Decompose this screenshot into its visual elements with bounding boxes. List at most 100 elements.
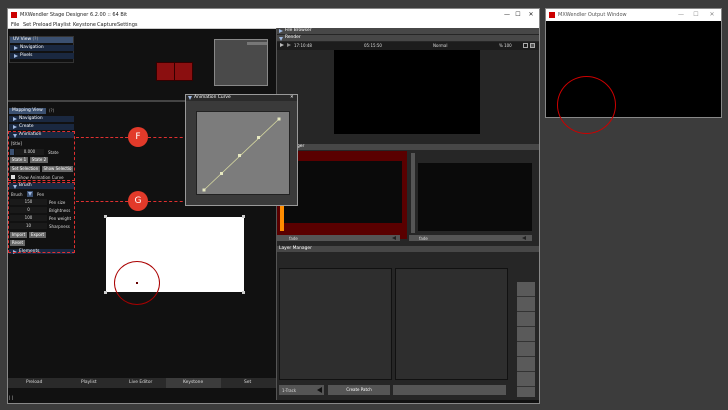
expand-icon xyxy=(13,125,17,129)
animation-curve-title: Animation Curve xyxy=(194,95,231,100)
render-zoom[interactable]: % 100 xyxy=(499,43,512,48)
corner-handle-tr[interactable] xyxy=(242,215,245,218)
close-button[interactable]: ✕ xyxy=(526,11,536,19)
uv-divider xyxy=(174,62,175,81)
marker-f: F xyxy=(128,127,148,147)
render-time-left: 17:10:48 xyxy=(294,43,312,48)
tab-keystone[interactable]: Keystone xyxy=(183,380,203,385)
layer-slot-b-bar[interactable]: fade xyxy=(409,235,532,241)
play-icon[interactable] xyxy=(280,43,284,47)
maximize-button[interactable]: ☐ xyxy=(513,11,523,19)
callout-line-f xyxy=(76,137,128,138)
menu-settings[interactable]: Settings xyxy=(117,22,138,28)
slot-a-fade-label: fade xyxy=(289,236,298,241)
render-mode[interactable]: Normal xyxy=(433,43,447,48)
layer-area-a[interactable] xyxy=(279,268,392,380)
manager-header[interactable]: Manager xyxy=(277,144,539,150)
menu-capture[interactable]: Capture xyxy=(97,22,117,28)
layer-stack-divider xyxy=(517,371,535,372)
file-browser-header[interactable]: File Browser xyxy=(277,28,539,34)
track-select-button[interactable]: 1-Track xyxy=(279,385,324,395)
collapse-icon xyxy=(188,96,192,100)
animation-curve-close-button[interactable]: ✕ xyxy=(290,95,294,101)
output-close-button[interactable]: ✕ xyxy=(707,11,717,19)
minimize-button[interactable]: — xyxy=(502,11,512,19)
layer-stack-divider xyxy=(517,311,535,312)
uv-canvas-thumbnail[interactable] xyxy=(214,39,268,86)
uv-pixels-item[interactable]: Pixels xyxy=(10,53,74,59)
animation-curve-graph[interactable] xyxy=(196,111,290,195)
callout-line-g2 xyxy=(148,201,188,202)
mapping-navigation-item[interactable]: Navigation xyxy=(9,116,74,122)
layer-manager-title: Layer Manager xyxy=(279,246,312,251)
fullscreen-icon[interactable] xyxy=(530,43,535,48)
title-bar: MXWendler Stage Designer 6.2.00 :: 64 Bi… xyxy=(8,9,539,21)
patch-name-field[interactable] xyxy=(393,385,506,395)
play-next-icon[interactable] xyxy=(287,43,291,47)
curve-point[interactable] xyxy=(202,188,206,192)
layer-slot-a-level[interactable] xyxy=(280,203,284,231)
callout-line-g xyxy=(76,201,128,202)
expand-icon xyxy=(13,117,17,121)
layer-area-b[interactable] xyxy=(395,268,508,380)
tab-preload[interactable]: Preload xyxy=(26,380,42,385)
output-window: MXWendler Output Window — ☐ ✕ xyxy=(545,8,722,134)
layer-stack-divider xyxy=(517,386,535,387)
output-maximize-button[interactable]: ☐ xyxy=(691,11,701,19)
render-preview[interactable] xyxy=(334,50,480,134)
menu-file[interactable]: File xyxy=(11,22,19,28)
fit-view-icon[interactable] xyxy=(523,43,528,48)
layer-stack-divider xyxy=(517,296,535,297)
tab-playlist[interactable]: Playlist xyxy=(81,380,97,385)
uv-view-title: UV View xyxy=(13,37,32,42)
uv-view-header[interactable]: UV View (?) xyxy=(10,37,73,43)
slot-b-arrow-icon[interactable] xyxy=(522,236,526,240)
render-header[interactable]: Render xyxy=(277,35,539,41)
curve-line xyxy=(203,118,280,191)
curve-point[interactable] xyxy=(220,172,223,175)
track-arrow-icon[interactable] xyxy=(317,387,322,393)
output-minimize-button[interactable]: — xyxy=(676,11,686,19)
status-indicator: | | xyxy=(9,395,13,400)
thumbnail-bar xyxy=(247,42,267,45)
mapping-view-title-box: Mapping View xyxy=(9,108,46,114)
layer-manager-header[interactable]: Layer Manager xyxy=(277,246,539,252)
output-window-title: MXWendler Output Window xyxy=(558,12,627,18)
layer-stack-divider xyxy=(517,341,535,342)
mapping-create-item[interactable]: Create xyxy=(9,124,74,130)
curve-point[interactable] xyxy=(257,136,260,139)
uv-view-panel: UV View (?) Navigation Pixels xyxy=(9,36,74,63)
slot-a-arrow-icon[interactable] xyxy=(392,236,396,240)
menu-keystone[interactable]: Keystone xyxy=(73,22,96,28)
uv-navigation-item[interactable]: Navigation xyxy=(10,45,74,51)
menu-preload[interactable]: Preload xyxy=(33,22,52,28)
expand-icon xyxy=(279,29,283,33)
slot-b-fader[interactable] xyxy=(411,153,415,233)
output-brush-circle xyxy=(557,76,616,134)
render-toolbar: 17:10:48 05:15:50 Normal % 100 xyxy=(277,42,539,50)
tab-set[interactable]: Set xyxy=(244,380,251,385)
curve-point[interactable] xyxy=(238,154,241,157)
animation-curve-dialog: Animation Curve ✕ xyxy=(185,94,298,206)
curve-point[interactable] xyxy=(277,117,281,121)
corner-handle-tl[interactable] xyxy=(104,215,107,218)
menu-playlist[interactable]: Playlist xyxy=(53,22,71,28)
uv-pixels-label: Pixels xyxy=(20,53,33,58)
corner-handle-bl[interactable] xyxy=(104,291,107,294)
highlight-box-brush xyxy=(8,182,75,253)
mapping-view-header[interactable]: Mapping View (?) xyxy=(9,107,74,114)
layer-stack-divider xyxy=(517,356,535,357)
callout-line-f2 xyxy=(148,137,188,138)
menu-set[interactable]: Set xyxy=(23,22,31,28)
layer-slot-a-bar[interactable]: fade xyxy=(277,235,400,241)
corner-handle-br[interactable] xyxy=(242,291,245,294)
expand-icon xyxy=(14,46,18,50)
create-patch-button[interactable]: Create Patch xyxy=(328,385,390,395)
output-title-bar: MXWendler Output Window — ☐ ✕ xyxy=(546,9,721,21)
animation-curve-titlebar[interactable]: Animation Curve ✕ xyxy=(186,95,297,101)
tab-live-editor[interactable]: Live Editor xyxy=(129,380,152,385)
output-logo-icon xyxy=(549,12,555,18)
layer-stack-strip[interactable] xyxy=(517,282,535,397)
layer-slot-b-preview[interactable] xyxy=(418,163,532,231)
layer-slot-a-preview xyxy=(281,161,402,223)
